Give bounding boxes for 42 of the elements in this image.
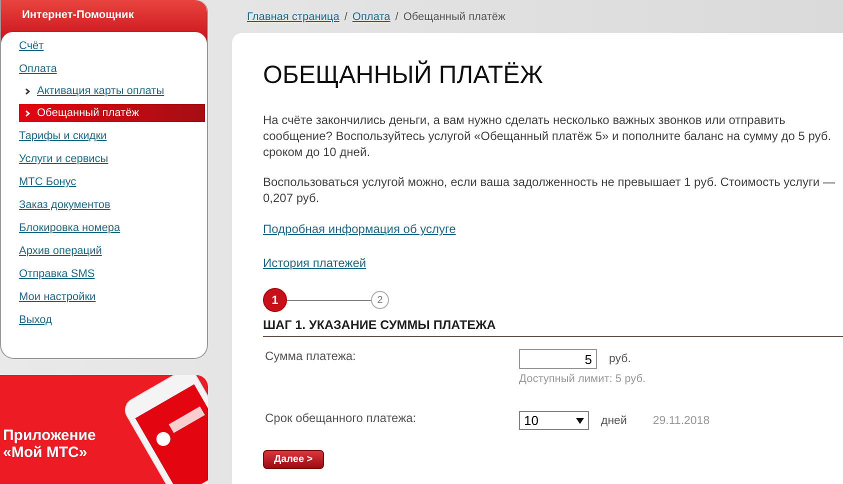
menu-item[interactable]: Услуги и сервисы — [19, 153, 108, 165]
menu-item[interactable]: Оплата — [19, 63, 57, 75]
term-dropdown[interactable]: 10 — [519, 411, 589, 430]
unit-text: руб. — [609, 353, 631, 365]
field-label: Срок обещанного платежа: — [264, 411, 418, 427]
menu-item[interactable]: Отправка SMS — [19, 268, 95, 280]
info-link[interactable]: Подробная информация об услуге — [263, 222, 456, 236]
info-link[interactable]: История платежей — [263, 256, 366, 270]
limit-hint: Доступный лимит: 5 руб. — [519, 373, 646, 385]
breadcrumb-link[interactable]: Главная страница — [247, 10, 340, 22]
description-text: Воспользоваться услугой можно, если ваша задолженность не превышает 1 руб. Стоимость услуги — 0,207 руб. — [263, 174, 836, 206]
breadcrumb-separator: / — [344, 10, 348, 22]
chevron-icon — [25, 110, 30, 116]
due-date: 29.11.2018 — [652, 414, 710, 426]
menu-item[interactable]: Блокировка номера — [19, 222, 120, 234]
field-label: Сумма платежа: — [264, 349, 357, 365]
submenu-item[interactable]: Активация карты оплаты — [19, 82, 205, 100]
banner-text: Приложение — [3, 427, 96, 444]
amount-field[interactable]: 5 — [519, 349, 597, 369]
menu-item[interactable]: Тарифы и скидки — [19, 130, 107, 142]
app-banner[interactable]: Приложение «Мой МТС» — [0, 374, 208, 484]
breadcrumb-separator: / — [395, 10, 398, 22]
menu-item[interactable]: Выход — [19, 314, 52, 326]
menu-item[interactable]: Заказ документов — [19, 199, 110, 211]
menu-item[interactable]: Архив операций — [19, 245, 102, 257]
menu-item[interactable]: Мои настройки — [19, 291, 96, 303]
breadcrumb-link[interactable]: Оплата — [352, 10, 390, 22]
page-title: ОБЕЩАННЫЙ ПЛАТЁЖ — [263, 61, 543, 90]
banner-text: «Мой МТС» — [3, 444, 88, 462]
menu-item[interactable]: Счёт — [19, 40, 44, 52]
unit-text: дней — [601, 414, 627, 426]
menu-item[interactable]: МТС Бонус — [19, 176, 76, 188]
next-button[interactable]: Далее > — [263, 450, 324, 469]
step-indicator: 2 — [371, 291, 389, 309]
step-title: ШАГ 1. УКАЗАНИЕ СУММЫ ПЛАТЕЖА — [263, 318, 843, 337]
sidebar-title: Интернет-Помощник — [22, 9, 134, 21]
submenu-item[interactable]: Обещанный платёж — [19, 104, 205, 122]
description-text: На счёте закончились деньги, а вам нужно сделать несколько важных звонков или отправить сообщение? Воспользуйтесь услугой «Обещанный платёж 5» и пополните баланс на сумму до 5 руб. сроком до 10 дней. — [263, 112, 832, 160]
breadcrumb-current: Обещанный платёж — [403, 10, 506, 22]
chevron-icon — [25, 88, 30, 94]
step-indicator: 1 — [263, 288, 287, 312]
dropdown-arrow-icon — [576, 418, 584, 424]
